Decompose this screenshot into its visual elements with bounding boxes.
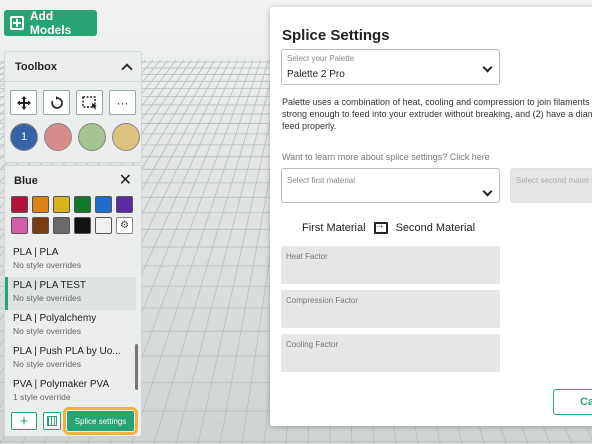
palette-color-swatch[interactable] xyxy=(11,217,28,234)
material-swap-row: First Material Second Material xyxy=(302,220,476,234)
second-material-select[interactable]: Select second mater xyxy=(510,168,592,203)
material-name: PVA | Polymaker PVA xyxy=(13,379,110,390)
first-material-heading: First Material xyxy=(302,222,366,234)
chevron-down-icon xyxy=(482,186,493,197)
splice-settings-dialog: Splice Settings Select your Palette Pale… xyxy=(270,7,592,426)
material-style-overrides: 1 style override xyxy=(13,392,71,402)
splice-settings-button[interactable]: Splice settings xyxy=(63,407,138,435)
material-name: PLA | Push PLA by Uo... xyxy=(13,346,121,357)
material-style-overrides: No style overrides xyxy=(13,359,82,369)
material-list-item[interactable]: PLA | PLA TEST No style overrides xyxy=(5,277,136,310)
move-tool-button[interactable] xyxy=(10,90,37,115)
second-material-heading: Second Material xyxy=(395,222,476,234)
cooling-factor-label: Cooling Factor xyxy=(286,340,339,349)
compression-factor-field[interactable]: Compression Factor xyxy=(281,290,500,328)
chevron-down-icon xyxy=(482,62,493,73)
palette-color-swatch[interactable] xyxy=(53,196,70,213)
select-icon xyxy=(81,95,97,109)
drive-swatch-2[interactable] xyxy=(44,123,72,151)
select-tool-button[interactable] xyxy=(76,90,103,115)
palette-select-value: Palette 2 Pro xyxy=(287,69,345,80)
close-icon[interactable]: ✕ xyxy=(119,173,132,189)
move-icon xyxy=(16,95,31,110)
heat-factor-label: Heat Factor xyxy=(286,252,328,261)
second-material-select-label: Select second mater xyxy=(516,176,589,185)
material-list-scrollbar[interactable] xyxy=(135,344,138,390)
material-list-item[interactable]: PVA | Polymaker PVA 1 style override xyxy=(5,376,136,406)
material-list-item[interactable]: PLA | PLA No style overrides xyxy=(5,244,136,277)
cancel-button[interactable]: Ca xyxy=(553,389,592,415)
material-name: PLA | PLA xyxy=(13,247,59,258)
palette-color-swatch[interactable] xyxy=(74,196,91,213)
drive-swatch-4[interactable] xyxy=(112,123,140,151)
gear-icon[interactable]: ⚙ xyxy=(116,217,133,234)
material-style-overrides: No style overrides xyxy=(13,293,82,303)
grid-icon xyxy=(47,416,57,426)
toolbox-header[interactable]: Toolbox xyxy=(5,52,141,82)
add-models-button[interactable]: Add Models xyxy=(4,9,97,37)
add-material-button[interactable]: + xyxy=(11,412,37,430)
material-style-overrides: No style overrides xyxy=(13,260,82,270)
material-panel-title: Blue xyxy=(14,175,38,187)
first-material-select[interactable]: Select first material xyxy=(281,168,500,203)
compression-factor-label: Compression Factor xyxy=(286,296,359,305)
palette-select-label: Select your Palette xyxy=(287,54,355,63)
dialog-description: Palette uses a combination of heat, cool… xyxy=(282,97,592,131)
palette-select[interactable]: Select your Palette Palette 2 Pro xyxy=(281,49,500,85)
palette-color-swatch[interactable] xyxy=(32,196,49,213)
material-name: PLA | PLA TEST xyxy=(13,280,87,291)
toolbox-panel: Toolbox ··· 1 xyxy=(4,51,142,163)
drive-swatch-3[interactable] xyxy=(78,123,106,151)
more-icon: ··· xyxy=(116,95,129,110)
rotate-icon xyxy=(50,95,63,109)
material-name: PLA | Polyalchemy xyxy=(13,313,97,324)
add-icon xyxy=(10,16,24,30)
drive-swatch-1[interactable]: 1 xyxy=(10,123,38,151)
palette-color-swatch[interactable] xyxy=(53,217,70,234)
more-tools-button[interactable]: ··· xyxy=(109,90,136,115)
palette-color-swatch[interactable] xyxy=(32,217,49,234)
toolbox-title: Toolbox xyxy=(15,60,57,73)
material-style-overrides: No style overrides xyxy=(13,326,82,336)
material-list-item[interactable]: PLA | Push PLA by Uo... No style override… xyxy=(5,343,136,376)
heat-factor-field[interactable]: Heat Factor xyxy=(281,246,500,284)
palette-color-swatch[interactable] xyxy=(74,217,91,234)
palette-color-swatch[interactable] xyxy=(95,217,112,234)
cooling-factor-field[interactable]: Cooling Factor xyxy=(281,334,500,372)
learn-more-link[interactable]: Want to learn more about splice settings… xyxy=(282,152,490,162)
chevron-up-icon[interactable] xyxy=(121,62,133,75)
palette-color-swatch[interactable] xyxy=(116,196,133,213)
rotate-tool-button[interactable] xyxy=(43,90,70,115)
material-list: PLA | PLA No style overrides PLA | PLA TES… xyxy=(5,244,136,406)
palette-color-swatch[interactable] xyxy=(95,196,112,213)
palette-color-swatch[interactable] xyxy=(11,196,28,213)
material-list-item[interactable]: PLA | Polyalchemy No style overrides xyxy=(5,310,136,343)
first-material-select-label: Select first material xyxy=(287,176,356,185)
material-panel: Blue ✕ ⚙ PLA | PLA No style overrides PLA … xyxy=(4,165,142,437)
add-models-label: Add Models xyxy=(29,9,72,37)
material-grid-button[interactable] xyxy=(43,412,61,430)
swap-icon[interactable] xyxy=(373,220,388,234)
dialog-title: Splice Settings xyxy=(282,27,390,44)
